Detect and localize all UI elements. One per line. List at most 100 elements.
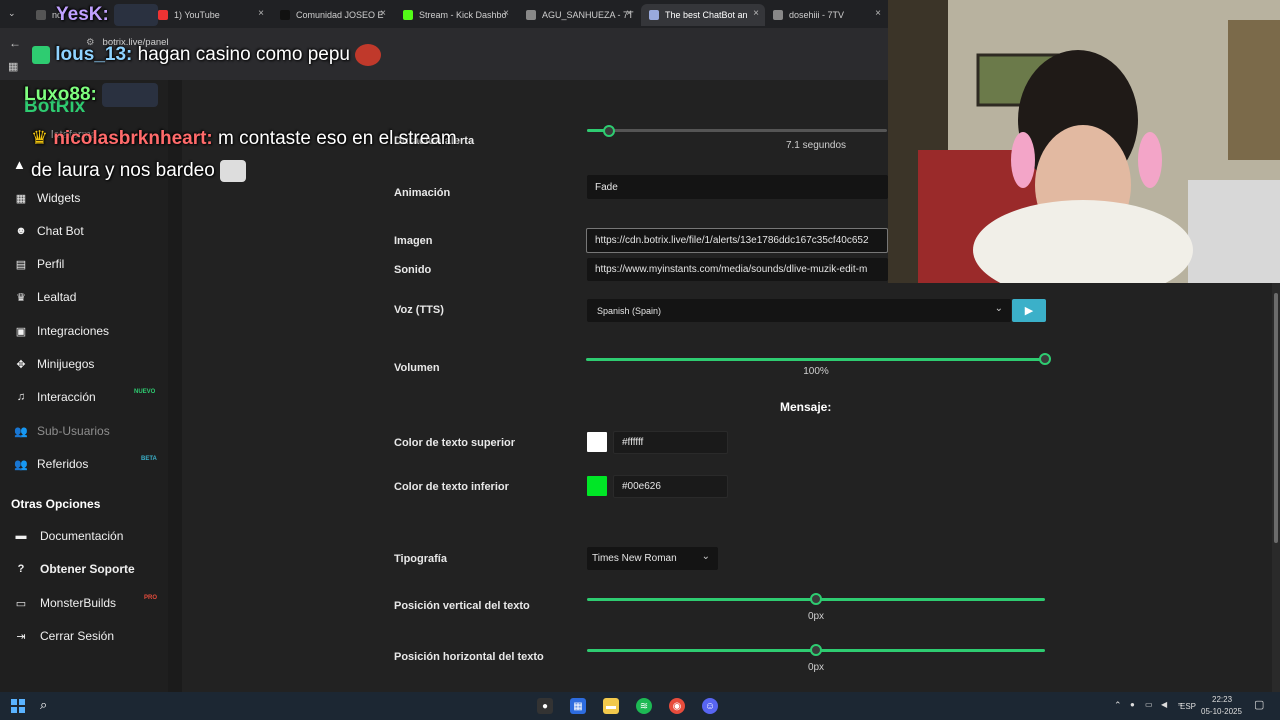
sidebar-item-widgets[interactable]: ▦ Widgets	[14, 187, 81, 209]
chat-message-lous: lous_13: hagan casino como pepu	[32, 44, 382, 66]
image-url-input[interactable]: https://cdn.botrix.live/file/1/alerts/13…	[586, 228, 888, 253]
tab-3[interactable]: Comunidad JOSEO E ×	[272, 4, 392, 26]
font-label: Tipografía	[394, 553, 447, 565]
h-position-label: Posición horizontal del texto	[394, 651, 544, 663]
warning-icon: ▲	[13, 157, 26, 172]
sidebar-item-sub-usuarios[interactable]: 👥 Sub-Usuarios	[14, 420, 110, 442]
tab-close-icon[interactable]: ×	[380, 8, 386, 19]
sidebar-item-chat-bot[interactable]: ☻ Chat Bot	[14, 220, 84, 242]
emote-icon	[355, 44, 382, 66]
tts-select[interactable]: Spanish (Spain) ⌄	[587, 299, 1011, 322]
scrollbar-thumb[interactable]	[1274, 293, 1278, 543]
other-options-heading: Otras Opciones	[11, 497, 101, 511]
monitor-icon: ▭	[15, 597, 27, 610]
tts-value: Spanish (Spain)	[597, 305, 662, 316]
webcam-image	[888, 0, 1280, 283]
discord-icon[interactable]: ☺	[702, 698, 718, 714]
animation-select[interactable]: Fade	[587, 175, 888, 199]
tab-4-label: Stream - Kick Dashbo	[419, 10, 507, 20]
sidebar-item-minijuegos[interactable]: ✥ Minijuegos	[14, 353, 94, 375]
clock-time[interactable]: 22:23	[1212, 695, 1232, 704]
book-icon: ▬	[15, 530, 27, 542]
duration-slider-thumb[interactable]	[603, 125, 615, 137]
sidebar-item-interaccion[interactable]: ♫ Interacción	[14, 386, 96, 408]
sidebar-item-label: Sub-Usuarios	[37, 424, 110, 438]
windows-start-icon[interactable]	[11, 699, 25, 713]
tab-2-label: 1) YouTube	[174, 10, 220, 20]
tab-5[interactable]: AGU_SANHUEZA - 7T ×	[518, 4, 638, 26]
chat-user: Luxo88:	[24, 84, 97, 106]
store-icon[interactable]: ▦	[570, 698, 586, 714]
pro-badge: PRO	[144, 595, 158, 601]
bottom-color-input[interactable]: #00e626	[613, 475, 728, 498]
tab-favicon	[36, 10, 46, 20]
sidebar-item-monsterbuilds[interactable]: ▭ MonsterBuilds	[14, 592, 116, 614]
v-position-value: 0px	[807, 611, 825, 622]
chrome-icon[interactable]: ◉	[669, 698, 685, 714]
sidebar-item-label: Perfil	[37, 257, 65, 271]
new-badge: NUEVO	[134, 389, 156, 395]
emote-icon	[220, 159, 247, 182]
integrations-icon: ▣	[15, 325, 27, 338]
play-tts-button[interactable]: ▶	[1012, 299, 1046, 322]
tab-6-active[interactable]: The best ChatBot an ×	[641, 4, 765, 26]
seventv-icon	[526, 10, 536, 20]
sidebar-item-documentacion[interactable]: ▬ Documentación	[14, 525, 124, 547]
tab-2[interactable]: 1) YouTube ×	[150, 4, 270, 26]
clock-date[interactable]: 05-10-2025	[1201, 707, 1242, 716]
sidebar-item-label: Interacción	[37, 390, 96, 404]
music-icon: ♫	[16, 391, 26, 403]
tab-7-label: dosehiii - 7TV	[789, 10, 845, 20]
chevron-down-icon: ⌄	[994, 303, 1003, 314]
tab-close-icon[interactable]: ×	[753, 8, 759, 19]
tab-4[interactable]: Stream - Kick Dashbo ×	[395, 4, 515, 26]
v-position-slider-thumb[interactable]	[810, 593, 822, 605]
sidebar-item-label: Minijuegos	[37, 357, 95, 371]
sidebar-item-perfil[interactable]: ▤ Perfil	[14, 253, 65, 275]
spotify-icon[interactable]: ≋	[636, 698, 652, 714]
back-icon[interactable]: ←	[9, 36, 21, 50]
top-color-swatch[interactable]	[587, 432, 607, 452]
file-explorer-icon[interactable]: ▬	[603, 698, 619, 714]
page-scrollbar[interactable]	[1272, 283, 1280, 692]
sidebar-item-lealtad[interactable]: ♛ Lealtad	[14, 286, 76, 308]
sidebar-item-label: Lealtad	[37, 290, 77, 304]
play-icon: ▶	[1024, 305, 1034, 317]
tab-close-icon[interactable]: ×	[503, 8, 509, 19]
tab-close-icon[interactable]: ×	[258, 8, 264, 19]
volume-slider-track[interactable]	[586, 358, 1046, 361]
sidebar-item-label: MonsterBuilds	[40, 596, 117, 610]
referrals-icon: 👥	[14, 458, 28, 471]
top-color-input[interactable]: #ffffff	[613, 431, 728, 454]
mic-icon[interactable]: ●	[1130, 700, 1135, 709]
emote-icon	[114, 4, 159, 26]
bottom-color-swatch[interactable]	[587, 476, 607, 496]
sound-url-input[interactable]: https://www.myinstants.com/media/sounds/…	[587, 258, 888, 281]
tray-chevron-icon[interactable]: ⌃	[1114, 700, 1122, 711]
sidebar-item-cerrar-sesion[interactable]: ⇥ Cerrar Sesión	[14, 625, 114, 647]
duration-slider-track[interactable]	[587, 129, 887, 132]
search-icon[interactable]: ⌕	[40, 697, 47, 713]
font-select[interactable]: Times New Roman ⌄	[587, 547, 718, 570]
sidebar-item-integraciones[interactable]: ▣ Integraciones	[14, 320, 109, 342]
volume-icon[interactable]: ◀	[1161, 700, 1167, 709]
sidebar-item-soporte[interactable]: ? Obtener Soporte	[14, 558, 135, 580]
volume-slider-thumb[interactable]	[1039, 353, 1051, 365]
webcam-feed	[888, 0, 1280, 283]
chat-message-luxo: Luxo88:	[24, 83, 159, 107]
h-position-slider-thumb[interactable]	[810, 644, 822, 656]
chat-user: lous_13:	[55, 44, 133, 66]
app-icon[interactable]: ●	[537, 698, 553, 714]
network-icon[interactable]: ▭	[1145, 700, 1153, 709]
logout-icon: ⇥	[16, 630, 26, 643]
notifications-icon[interactable]: ▢	[1254, 698, 1264, 711]
apps-grid-icon[interactable]: ▦	[8, 60, 18, 73]
botrix-icon	[649, 10, 659, 20]
tab-5-label: AGU_SANHUEZA - 7T	[542, 10, 634, 20]
sidebar-item-referidos[interactable]: 👥 Referidos	[14, 453, 88, 475]
tab-close-icon[interactable]: ×	[626, 8, 632, 19]
tab-search-icon[interactable]: ⌄	[8, 8, 16, 19]
tab-close-icon[interactable]: ×	[875, 8, 881, 19]
language-indicator[interactable]: ESP	[1180, 702, 1196, 711]
tab-7[interactable]: dosehiii - 7TV ×	[765, 4, 887, 26]
